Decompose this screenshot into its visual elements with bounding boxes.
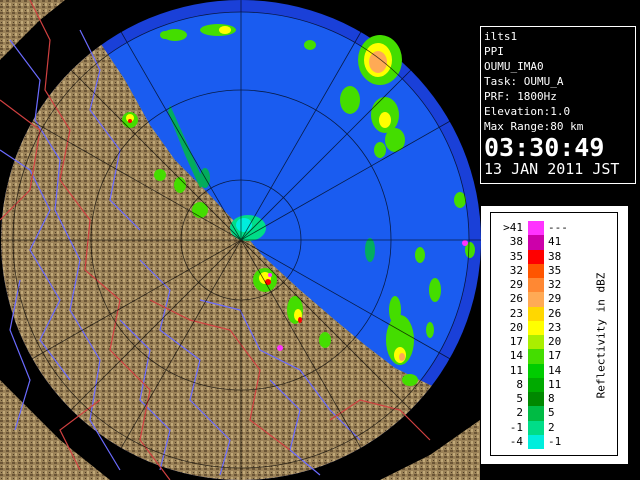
legend-max-value: 41: [548, 235, 562, 249]
legend-row: 26 29: [491, 292, 617, 307]
product-name: ilts1: [484, 30, 518, 43]
legend-color-swatch: [528, 377, 544, 392]
prf-value: PRF: 1800Hz: [484, 90, 557, 103]
legend-max-value: 8: [548, 392, 555, 405]
legend-min-value: 5: [516, 392, 523, 405]
legend-max-value: 5: [548, 406, 555, 420]
legend-min-value: 20: [509, 320, 523, 334]
legend-max-value: 26: [548, 306, 562, 320]
legend-color-swatch: [528, 292, 544, 307]
legend-color-swatch: [528, 363, 544, 378]
range-rings: [1, 0, 481, 480]
legend-color-swatch: [528, 306, 544, 321]
legend-row: 29 32: [491, 278, 617, 293]
legend-row: 32 35: [491, 263, 617, 278]
legend-color-swatch: [528, 221, 544, 236]
legend-min-value: 8: [516, 377, 523, 391]
legend-row: 35 38: [491, 249, 617, 264]
legend-min-value: 26: [509, 292, 523, 306]
legend-row: 20 23: [491, 320, 617, 335]
legend-max-value: 38: [548, 249, 562, 263]
legend-min-value: 11: [509, 363, 523, 377]
scan-time: 03:30:49: [484, 133, 605, 162]
legend-min-value: 17: [509, 335, 523, 348]
legend-row: 14 17: [491, 349, 617, 364]
legend-row: 11 14: [491, 363, 617, 378]
legend-row: 17 20: [491, 335, 617, 350]
legend-max-value: 20: [548, 335, 562, 348]
site-id: OUMU_IMA0: [484, 60, 544, 73]
legend-max-value: 17: [548, 349, 562, 363]
task-name: Task: OUMU_A: [484, 75, 564, 88]
scan-date: 13 JAN 2011 JST: [484, 160, 620, 178]
legend-row: 25: [491, 406, 617, 421]
legend-row: 58: [491, 392, 617, 407]
legend-max-value: 2: [548, 420, 555, 434]
legend-scale: Reflectivity in dBZ >41 --- 38 41 35 38 32 35 29…: [490, 212, 618, 456]
legend-color-swatch: [528, 392, 544, 407]
legend-row: 8 11: [491, 377, 617, 392]
legend-min-value: 35: [509, 249, 523, 263]
legend-row: 38 41: [491, 235, 617, 250]
legend-color-swatch: [528, 349, 544, 364]
legend-row: -1 2: [491, 420, 617, 435]
legend-max-value: 23: [548, 320, 562, 334]
legend-color-swatch: [528, 278, 544, 293]
legend-min-value: 38: [509, 235, 523, 249]
legend-min-value: -4: [509, 434, 523, 448]
legend-max-value: -1: [548, 434, 562, 448]
legend-max-value: 35: [548, 263, 562, 277]
legend-min-value: 29: [509, 278, 523, 291]
legend-color-swatch: [528, 406, 544, 421]
reflectivity-legend: Reflectivity in dBZ >41 --- 38 41 35 38 32 35 29…: [481, 206, 628, 464]
legend-color-swatch: [528, 320, 544, 335]
legend-color-swatch: [528, 263, 544, 278]
legend-max-value: 29: [548, 292, 562, 306]
legend-min-value: 32: [509, 263, 523, 277]
legend-color-swatch: [528, 235, 544, 250]
legend-color-swatch: [528, 434, 544, 449]
legend-max-value: 11: [548, 377, 562, 391]
legend-min-value: -1: [509, 420, 523, 434]
legend-max-value: 14: [548, 363, 562, 377]
radar-info-panel: ilts1 PPI OUMU_IMA0 Task: OUMU_A PRF: 18…: [480, 26, 636, 184]
max-range-value: Max Range:80 km: [484, 120, 584, 133]
legend-row: >41 ---: [491, 221, 617, 236]
legend-min-value: 23: [509, 306, 523, 320]
legend-min-value: 14: [509, 349, 523, 363]
legend-row: 23 26: [491, 306, 617, 321]
legend-color-swatch: [528, 420, 544, 435]
legend-color-swatch: [528, 249, 544, 264]
legend-max-value: 32: [548, 278, 562, 291]
legend-min-value: >41: [503, 221, 523, 234]
legend-color-swatch: [528, 335, 544, 350]
legend-row: -4 -1: [491, 434, 617, 449]
legend-max-value: ---: [548, 221, 568, 234]
legend-min-value: 2: [516, 406, 523, 420]
scan-type: PPI: [484, 45, 504, 58]
elevation-value: Elevation:1.0: [484, 105, 571, 118]
